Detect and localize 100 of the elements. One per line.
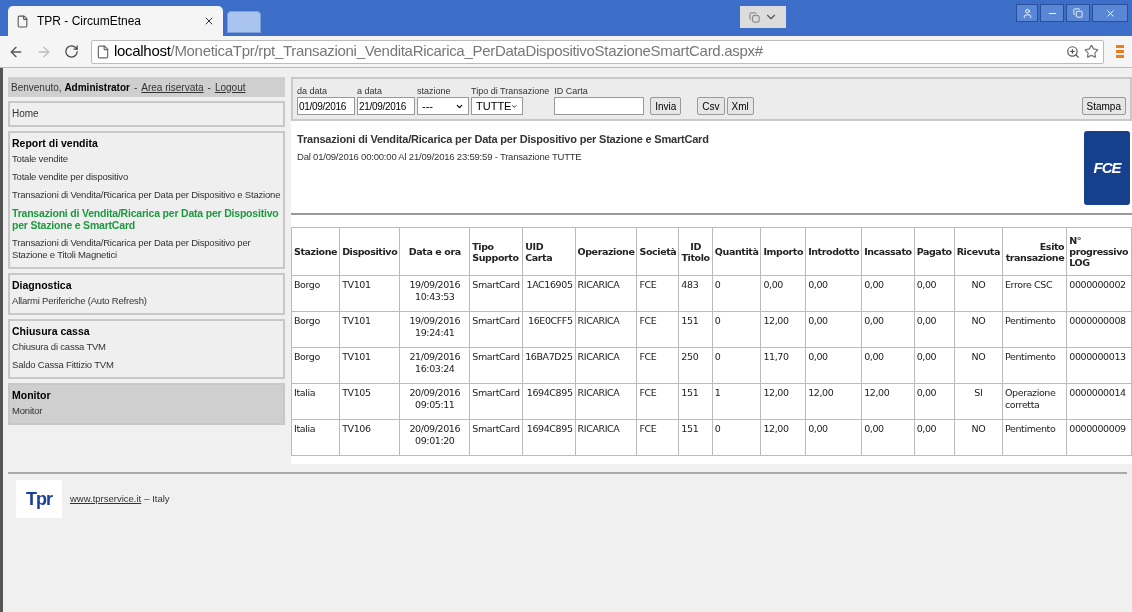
print-button[interactable]: Stampa [1081,97,1126,115]
column-header: Ricevuta [954,227,1003,276]
menu-item[interactable]: Monitor [12,402,281,420]
table-cell: FCE [637,311,679,348]
url-text: localhost/MoneticaTpr/rpt_Transazioni_VenditaRicarica_PerDataDispositivoStazioneSmartCard.aspx# [114,41,763,62]
table-cell: 151 [678,311,713,348]
area-link[interactable]: Area riservata [141,79,204,95]
column-header: Data e ora [399,227,470,276]
action-button[interactable]: Invia [650,97,682,115]
table-cell: 1694C895 [522,383,576,420]
column-header: UID Carta [522,227,576,276]
column-header: Stazione [291,227,340,276]
section-title: Diagnostica [12,278,73,292]
column-header: ID Titolo [678,227,713,276]
menu-item[interactable]: Totale vendite [12,150,281,168]
table-cell: 0,00 [914,383,955,420]
table-cell: 0000000013 [1066,347,1132,384]
table-cell: FCE [637,275,679,312]
browser-tab[interactable]: TPR - CircumEtnea [8,6,223,36]
column-header: Esito transazione [1002,227,1067,276]
table-cell: 0,00 [861,347,915,384]
website-link[interactable]: www.tprservice.it [70,491,142,507]
table-cell: TV106 [339,419,400,456]
table-cell: FCE [637,383,679,420]
input-field[interactable]: 21/09/2016 [357,97,415,115]
restore-icon[interactable] [1066,4,1090,22]
column-header: Importo [760,227,806,276]
table-cell: Borgo [291,311,340,348]
section-title: Report di vendita [12,136,99,150]
table-cell: NO [954,419,1003,456]
table-cell: 0,00 [805,311,862,348]
table-cell: 0000000009 [1066,419,1132,456]
table-cell: NO [954,275,1003,312]
table-cell: Pentimento [1002,347,1067,384]
table-cell: 0,00 [914,275,955,312]
table-cell: 250 [678,347,713,384]
report-title: Transazioni di Vendita/Ricarica per Data per Dispositivo per Stazione e SmartCard [297,132,710,147]
user-icon[interactable] [1016,4,1038,22]
table-cell: RICARICA [575,311,637,348]
section-title: Chiusura cassa [12,324,91,338]
input-field[interactable]: 01/09/2016 [297,97,355,115]
table-cell: 1AC16905 [522,275,576,312]
table-cell: RICARICA [575,275,637,312]
logout-link[interactable]: Logout [214,79,246,95]
table-cell: TV101 [339,347,400,384]
column-header: Pagato [914,227,955,276]
table-cell: 0,00 [760,275,806,312]
menu-item[interactable]: Allarmi Periferiche (Auto Refresh) [12,292,281,310]
table-cell: SmartCard [469,347,523,384]
table-cell: 20/09/2016 09:05:11 [399,383,470,420]
field-label: stazione [417,85,452,97]
table-cell: 11,70 [760,347,806,384]
table-cell: RICARICA [575,347,637,384]
column-header: Dispositivo [339,227,400,276]
column-header: Quantità [712,227,761,276]
country-text: – Italy [144,491,170,506]
table-cell: SmartCard [469,275,523,312]
dropdown[interactable]: TUTTE [471,97,523,115]
zoom-icon[interactable] [1066,44,1080,59]
table-cell: Italia [291,383,340,420]
column-header: Società [637,227,679,276]
table-cell: 0000000008 [1066,311,1132,348]
field-label: da data [297,85,329,97]
action-button[interactable]: Csv [697,97,725,115]
menu-item[interactable]: Transazioni di Vendita/Ricarica per Data per Dispositivo e Stazione [12,186,281,204]
table-cell: 21/09/2016 16:03:24 [399,347,470,384]
table-cell: 0,00 [805,347,862,384]
reload-icon[interactable] [64,44,79,59]
table-cell: SmartCard [469,419,523,456]
table-cell: Borgo [291,347,340,384]
action-button[interactable]: Xml [726,97,754,115]
input-field[interactable] [554,97,645,115]
menu-item[interactable]: Transazioni di Vendita/Ricarica per Data per Dispositivo per Stazione e Titoli Magnetici [12,234,281,264]
table-cell: 19/09/2016 19:24:41 [399,311,470,348]
column-header: Tipo Supporto [469,227,523,276]
table-cell: 151 [678,383,713,420]
table-cell: 1694C895 [522,419,576,456]
menu-item[interactable]: Saldo Cassa Fittizio TVM [12,356,281,374]
table-cell: 0,00 [914,347,955,384]
table-cell: TV101 [339,311,400,348]
menu-item[interactable]: Chiusura di cassa TVM [12,338,281,356]
tpr-logo: Tpr [16,480,62,518]
dropdown[interactable]: --- [417,97,469,115]
menu-icon[interactable] [1116,45,1124,58]
table-cell: SI [954,383,1003,420]
close-icon[interactable] [203,15,215,27]
window-menu-icon [740,6,786,28]
column-header: Operazione [575,227,637,276]
menu-item[interactable]: Totale vendite per dispositivo [12,168,281,186]
table-cell: SmartCard [469,311,523,348]
field-label: Tipo di Transazione [471,85,550,97]
column-header: Introdotto [805,227,862,276]
table-cell: Pentimento [1002,419,1067,456]
table-cell: 12,00 [760,383,806,420]
menu-item[interactable]: Home [12,107,281,121]
bookmark-star-icon[interactable] [1084,44,1099,59]
minimize-icon[interactable] [1040,4,1064,22]
table-cell: 0,00 [861,419,915,456]
table-cell: 0,00 [805,275,862,312]
address-bar[interactable]: localhost/MoneticaTpr/rpt_Transazioni_VenditaRicarica_PerDataDispositivoStazioneSmartCard.aspx# [91,39,1104,64]
